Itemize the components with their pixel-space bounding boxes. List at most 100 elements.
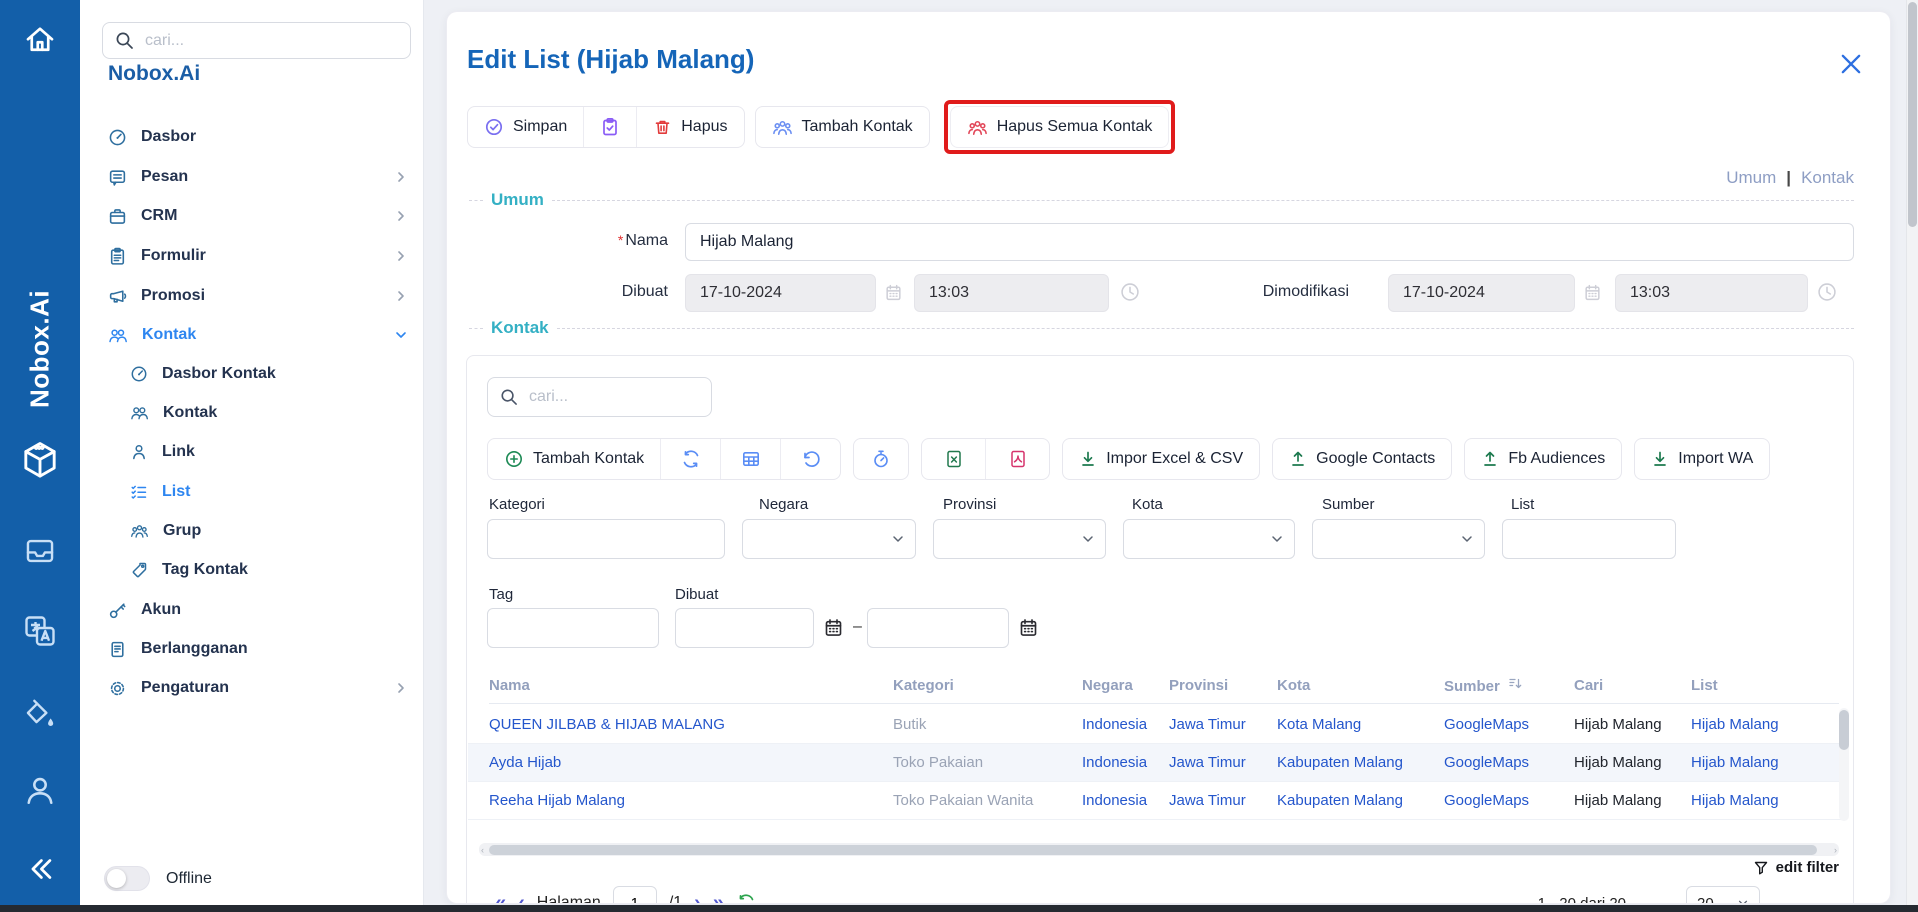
filter-dibuat-to-input[interactable] (867, 608, 1009, 648)
sidebar-item-berlangganan[interactable]: Berlangganan (80, 634, 424, 664)
col-header-list[interactable]: List (1691, 677, 1839, 694)
filter-kategori-input[interactable] (487, 519, 725, 559)
import-wa-button[interactable]: Import WA (1635, 439, 1769, 479)
sidebar-item-promosi[interactable]: Promosi (80, 281, 424, 311)
table-horizontal-scrollbar[interactable]: ‹ › (479, 843, 1839, 856)
cell-sumber[interactable]: GoogleMaps (1444, 792, 1574, 809)
cell-provinsi[interactable]: Jawa Timur (1169, 754, 1277, 771)
calendar-icon[interactable] (823, 617, 844, 638)
scroll-right-arrow-icon[interactable]: › (1834, 845, 1837, 855)
import-excel-csv-button[interactable]: Impor Excel & CSV (1063, 439, 1259, 479)
google-contacts-button[interactable]: Google Contacts (1273, 439, 1451, 479)
stopwatch-icon[interactable] (854, 439, 908, 479)
contacts-search[interactable] (487, 377, 712, 417)
scrollbar-thumb[interactable] (489, 845, 1817, 855)
cell-sumber[interactable]: GoogleMaps (1444, 716, 1574, 733)
cell-nama[interactable]: Ayda Hijab (489, 754, 893, 771)
filter-dibuat-from-input[interactable] (675, 608, 814, 648)
sidebar-search-input[interactable] (143, 31, 398, 51)
prev-page-icon[interactable]: ‹ (518, 892, 525, 904)
sidebar-item-kontak[interactable]: Kontak (80, 320, 424, 350)
anchor-umum[interactable]: Umum (1726, 168, 1776, 188)
cell-provinsi[interactable]: Jawa Timur (1169, 792, 1277, 809)
sidebar-item-grup[interactable]: Grup (80, 516, 424, 546)
cell-nama[interactable]: Reeha Hijab Malang (489, 792, 893, 809)
filter-kota-select[interactable] (1123, 519, 1295, 559)
nama-input[interactable] (685, 223, 1854, 261)
cell-kota[interactable]: Kabupaten Malang (1277, 792, 1444, 809)
sidebar-item-pengaturan[interactable]: Pengaturan (80, 673, 424, 703)
cell-kota[interactable]: Kabupaten Malang (1277, 754, 1444, 771)
cell-negara[interactable]: Indonesia (1082, 792, 1169, 809)
filter-list-input[interactable] (1502, 519, 1676, 559)
table-row[interactable]: QUEEN JILBAB & HIJAB MALANG Butik Indone… (468, 706, 1844, 744)
sidebar-item-formulir[interactable]: Formulir (80, 241, 424, 271)
col-header-nama[interactable]: Nama (489, 677, 893, 694)
home-icon[interactable] (0, 18, 80, 62)
scrollbar-thumb[interactable] (1908, 2, 1917, 227)
col-header-cari[interactable]: Cari (1574, 677, 1691, 694)
calendar-icon[interactable] (1018, 617, 1039, 638)
anchor-kontak[interactable]: Kontak (1801, 168, 1854, 188)
offline-toggle[interactable] (104, 866, 150, 891)
reload-icon[interactable] (736, 893, 756, 903)
filter-sumber-select[interactable] (1312, 519, 1485, 559)
col-header-kota[interactable]: Kota (1277, 677, 1444, 694)
cell-list[interactable]: Hijab Malang (1691, 792, 1844, 809)
cell-kota[interactable]: Kota Malang (1277, 716, 1444, 733)
scroll-left-arrow-icon[interactable]: ‹ (481, 845, 484, 855)
page-size-select[interactable]: 20 (1686, 886, 1760, 903)
next-page-icon[interactable]: › (694, 892, 701, 904)
inbox-icon[interactable] (0, 533, 80, 569)
first-page-icon[interactable]: « (495, 892, 506, 904)
collapse-sidebar-icon[interactable] (0, 850, 80, 888)
page-number-input[interactable] (613, 886, 657, 903)
user-icon[interactable] (0, 770, 80, 810)
table-view-icon[interactable] (720, 439, 780, 479)
table-row[interactable]: Ayda Hijab Toko Pakaian Indonesia Jawa T… (468, 744, 1844, 782)
add-contact-row-button[interactable]: Tambah Kontak (488, 439, 660, 479)
col-header-negara[interactable]: Negara (1082, 677, 1169, 694)
col-header-provinsi[interactable]: Provinsi (1169, 677, 1277, 694)
cell-negara[interactable]: Indonesia (1082, 754, 1169, 771)
cell-provinsi[interactable]: Jawa Timur (1169, 716, 1277, 733)
add-contact-button[interactable]: Tambah Kontak (756, 107, 929, 147)
paint-bucket-icon[interactable] (0, 696, 80, 734)
sidebar-item-kontak-sub[interactable]: Kontak (80, 398, 424, 428)
cell-negara[interactable]: Indonesia (1082, 716, 1169, 733)
sidebar-item-pesan[interactable]: Pesan (80, 162, 424, 192)
window-scrollbar[interactable] (1906, 0, 1918, 912)
cell-list[interactable]: Hijab Malang (1691, 754, 1844, 771)
table-row[interactable]: Reeha Hijab Malang Toko Pakaian Wanita I… (468, 782, 1844, 820)
cell-list[interactable]: Hijab Malang (1691, 716, 1844, 733)
sidebar-item-dasbor-kontak[interactable]: Dasbor Kontak (80, 359, 424, 389)
save-button[interactable]: Simpan (468, 107, 583, 147)
col-header-kategori[interactable]: Kategori (893, 677, 1082, 694)
sidebar-item-link[interactable]: Link (80, 437, 424, 467)
edit-filter-button[interactable]: edit filter (1753, 859, 1839, 876)
cell-nama[interactable]: QUEEN JILBAB & HIJAB MALANG (489, 716, 893, 733)
cell-sumber[interactable]: GoogleMaps (1444, 754, 1574, 771)
sidebar-search[interactable] (102, 22, 411, 59)
refresh-icon[interactable] (660, 439, 720, 479)
filter-negara-select[interactable] (742, 519, 916, 559)
filter-tag-input[interactable] (487, 608, 659, 648)
excel-file-icon[interactable] (922, 439, 985, 479)
pdf-file-icon[interactable] (985, 439, 1049, 479)
copy-clipboard-button[interactable] (583, 107, 636, 147)
delete-all-contacts-button[interactable]: Hapus Semua Kontak (951, 107, 1169, 147)
delete-button[interactable]: Hapus (636, 107, 743, 147)
last-page-icon[interactable]: » (713, 892, 724, 904)
sort-icon[interactable] (1508, 676, 1523, 691)
contacts-search-input[interactable] (527, 387, 699, 407)
close-icon[interactable] (1837, 50, 1865, 78)
undo-reset-icon[interactable] (780, 439, 840, 479)
col-header-sumber[interactable]: Sumber (1444, 676, 1574, 695)
cube-logo-icon[interactable] (0, 436, 80, 484)
translate-icon[interactable] (0, 612, 80, 650)
sidebar-item-crm[interactable]: CRM (80, 201, 424, 231)
sidebar-item-akun[interactable]: Akun (80, 595, 424, 625)
sidebar-item-tag-kontak[interactable]: Tag Kontak (80, 555, 424, 585)
filter-provinsi-select[interactable] (933, 519, 1106, 559)
scrollbar-thumb[interactable] (1839, 710, 1849, 750)
